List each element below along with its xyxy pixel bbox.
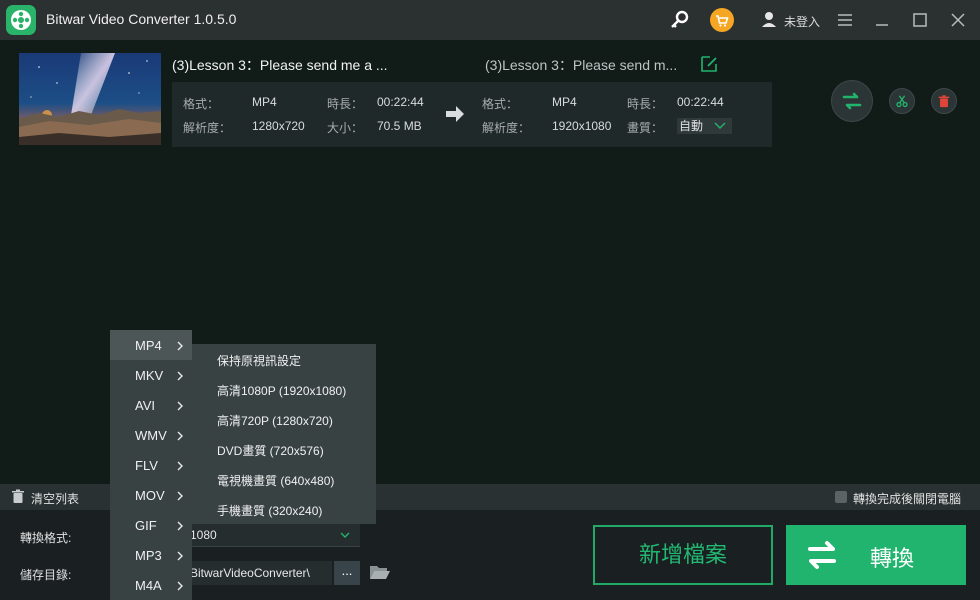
clear-list-button[interactable]: 清空列表 bbox=[31, 490, 79, 507]
source-format-value: MP4 bbox=[252, 95, 277, 109]
chevron-right-icon bbox=[176, 459, 184, 471]
key-icon[interactable] bbox=[668, 8, 692, 32]
delete-button[interactable] bbox=[931, 88, 957, 114]
chevron-right-icon bbox=[176, 519, 184, 531]
source-resolution-label: 解析度： bbox=[183, 121, 232, 135]
maximize-icon[interactable] bbox=[908, 8, 932, 32]
format-item-avi[interactable]: AVI bbox=[110, 390, 192, 420]
quality-select-value: 自動 bbox=[679, 119, 704, 133]
format-item-mp4[interactable]: MP4 bbox=[110, 330, 192, 360]
format-item-m4a[interactable]: M4A bbox=[110, 570, 192, 600]
format-item-label: M4A bbox=[135, 578, 162, 593]
app-logo-icon bbox=[6, 5, 36, 35]
chevron-right-icon bbox=[176, 399, 184, 411]
output-directory-value: BitwarVideoConverter\ bbox=[190, 566, 310, 580]
source-size-label: 大小： bbox=[327, 121, 364, 135]
resolution-item-original[interactable]: 保持原視訊設定 bbox=[192, 344, 376, 374]
arrow-right-icon bbox=[444, 104, 466, 124]
resolution-item-label: 電視機畫質 (640x480) bbox=[217, 474, 335, 488]
target-quality-label: 畫質： bbox=[627, 121, 664, 135]
convert-button[interactable]: 轉換 bbox=[786, 525, 966, 585]
resolution-item-mobile[interactable]: 手機畫質 (320x240) bbox=[192, 494, 376, 524]
resolution-item-label: 高清1080P (1920x1080) bbox=[217, 384, 347, 398]
resolution-item-label: 高清720P (1280x720) bbox=[217, 414, 333, 428]
source-format-label: 格式： bbox=[183, 97, 220, 111]
source-size-value: 70.5 MB bbox=[377, 119, 422, 133]
resolution-item-label: 保持原視訊設定 bbox=[217, 354, 302, 368]
format-item-label: MKV bbox=[135, 368, 164, 383]
output-directory-label: 儲存目錄: bbox=[20, 568, 72, 582]
convert-file-button[interactable] bbox=[831, 80, 873, 122]
edit-name-icon[interactable] bbox=[700, 55, 718, 73]
resolution-submenu: 保持原視訊設定 高清1080P (1920x1080) 高清720P (1280… bbox=[192, 344, 376, 524]
chevron-down-icon bbox=[338, 528, 352, 542]
format-item-label: GIF bbox=[135, 518, 157, 533]
source-duration-label: 時長： bbox=[327, 97, 364, 111]
resolution-item-label: DVD畫質 (720x576) bbox=[217, 444, 324, 458]
format-dropdown-menu: MP4 MKV AVI WMV FLV MOV GIF MP3 M4A bbox=[110, 330, 192, 600]
format-item-label: MP3 bbox=[135, 548, 162, 563]
close-icon[interactable] bbox=[946, 8, 970, 32]
format-item-mkv[interactable]: MKV bbox=[110, 360, 192, 390]
target-format-label: 格式： bbox=[482, 97, 519, 111]
trash-icon[interactable] bbox=[11, 489, 25, 504]
user-icon[interactable] bbox=[760, 8, 784, 32]
resolution-item-720p[interactable]: 高清720P (1280x720) bbox=[192, 404, 376, 434]
title-bar: Bitwar Video Converter 1.0.5.0 未登入 bbox=[0, 0, 980, 40]
chevron-right-icon bbox=[176, 579, 184, 591]
format-item-label: MP4 bbox=[135, 338, 162, 353]
shutdown-checkbox[interactable] bbox=[835, 491, 847, 503]
format-item-wmv[interactable]: WMV bbox=[110, 420, 192, 450]
chevron-right-icon bbox=[176, 549, 184, 561]
shutdown-label: 轉換完成後關閉電腦 bbox=[853, 492, 962, 506]
convert-button-label: 轉換 bbox=[870, 546, 915, 571]
quality-select[interactable]: 自動 bbox=[677, 118, 732, 134]
resolution-item-tv[interactable]: 電視機畫質 (640x480) bbox=[192, 464, 376, 494]
chevron-right-icon bbox=[176, 429, 184, 441]
add-file-button[interactable]: 新增檔案 bbox=[593, 525, 773, 585]
chevron-right-icon bbox=[176, 369, 184, 381]
target-resolution-value: 1920x1080 bbox=[552, 119, 612, 133]
format-item-mov[interactable]: MOV bbox=[110, 480, 192, 510]
target-duration-label: 時長： bbox=[627, 97, 664, 111]
chevron-down-icon bbox=[714, 118, 726, 134]
resolution-item-label: 手機畫質 (320x240) bbox=[217, 504, 323, 518]
app-title: Bitwar Video Converter 1.0.5.0 bbox=[46, 11, 237, 27]
menu-icon[interactable] bbox=[833, 8, 857, 32]
source-resolution-value: 1280x720 bbox=[252, 119, 305, 133]
format-item-label: AVI bbox=[135, 398, 155, 413]
file-info-panel: 格式： MP4 時長： 00:22:44 解析度： 1280x720 大小： 7… bbox=[172, 82, 772, 147]
minimize-icon[interactable] bbox=[870, 8, 894, 32]
format-item-label: WMV bbox=[135, 428, 167, 443]
chevron-right-icon bbox=[176, 489, 184, 501]
resolution-item-dvd[interactable]: DVD畫質 (720x576) bbox=[192, 434, 376, 464]
target-resolution-label: 解析度： bbox=[482, 121, 531, 135]
login-link[interactable]: 未登入 bbox=[784, 13, 820, 30]
folder-icon[interactable] bbox=[369, 563, 391, 581]
format-item-flv[interactable]: FLV bbox=[110, 450, 192, 480]
source-file-name: (3)Lesson 3：Please send me a ... bbox=[172, 57, 388, 73]
format-item-mp3[interactable]: MP3 bbox=[110, 540, 192, 570]
resolution-item-1080p[interactable]: 高清1080P (1920x1080) bbox=[192, 374, 376, 404]
chevron-right-icon bbox=[176, 339, 184, 351]
source-duration-value: 00:22:44 bbox=[377, 95, 424, 109]
output-format-label: 轉換格式: bbox=[20, 531, 72, 545]
format-item-gif[interactable]: GIF bbox=[110, 510, 192, 540]
target-file-name: (3)Lesson 3：Please send m... bbox=[485, 57, 678, 73]
format-item-label: FLV bbox=[135, 458, 158, 473]
video-thumbnail[interactable] bbox=[19, 53, 161, 145]
browse-button[interactable]: ... bbox=[334, 561, 360, 585]
cut-button[interactable] bbox=[889, 88, 915, 114]
cart-icon[interactable] bbox=[710, 8, 734, 32]
output-format-value: 1080 bbox=[190, 528, 217, 542]
format-item-label: MOV bbox=[135, 488, 165, 503]
target-format-value: MP4 bbox=[552, 95, 577, 109]
target-duration-value: 00:22:44 bbox=[677, 95, 724, 109]
